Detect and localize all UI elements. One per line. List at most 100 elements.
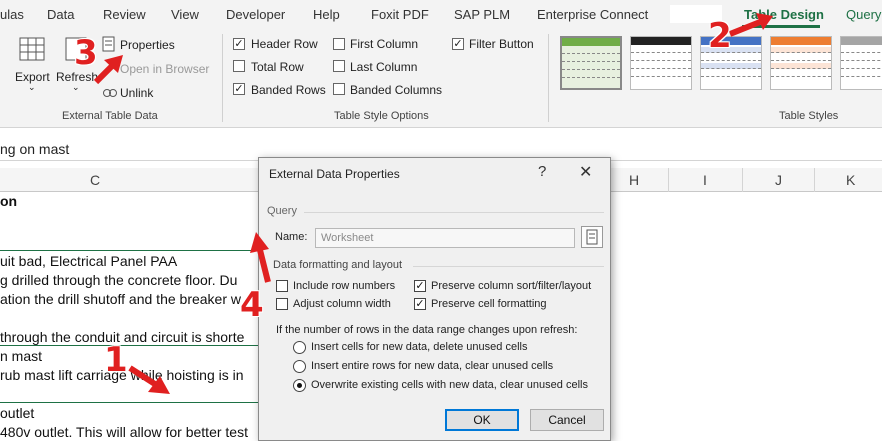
- unlink-icon: [103, 89, 117, 97]
- tab-table-design[interactable]: Table Design: [744, 7, 824, 22]
- header-row-label: Header Row: [251, 37, 318, 51]
- table-style-swatch[interactable]: [770, 36, 832, 90]
- column-divider: [814, 168, 815, 192]
- cell-text[interactable]: uit bad, Electrical Panel PAA: [0, 253, 177, 269]
- ribbon-tabs: ulas Data Review View Developer Help Fox…: [0, 0, 882, 30]
- column-divider: [742, 168, 743, 192]
- adjust-column-width-checkbox[interactable]: [276, 298, 288, 310]
- callout-number-3: 3: [74, 33, 98, 73]
- tab-sap-plm[interactable]: SAP PLM: [454, 7, 510, 22]
- unlink-button[interactable]: Unlink: [102, 84, 172, 102]
- table-style-swatch[interactable]: [630, 36, 692, 90]
- include-row-numbers-checkbox[interactable]: [276, 280, 288, 292]
- last-column-label: Last Column: [350, 60, 418, 74]
- cell-text[interactable]: outlet: [0, 405, 34, 421]
- group-divider: [548, 34, 549, 122]
- tab-developer[interactable]: Developer: [226, 7, 285, 22]
- tab-view[interactable]: View: [171, 7, 199, 22]
- callout-number-4: 4: [240, 285, 264, 325]
- open-in-browser-label: Open in Browser: [120, 62, 210, 76]
- format-section-label: Data formatting and layout: [273, 259, 403, 271]
- unlink-label: Unlink: [120, 86, 154, 100]
- column-header-c[interactable]: C: [90, 172, 100, 188]
- open-in-browser-button[interactable]: Open in Browser: [102, 60, 214, 78]
- chevron-down-icon[interactable]: ⌄: [28, 82, 36, 93]
- tab-data[interactable]: Data: [47, 7, 74, 22]
- last-column-checkbox[interactable]: [333, 60, 345, 72]
- refresh-prompt: If the number of rows in the data range …: [276, 324, 578, 336]
- external-data-properties-dialog: External Data Properties ? ✕ Query Name:…: [258, 157, 611, 441]
- preserve-cell-formatting-checkbox[interactable]: [414, 298, 426, 310]
- first-column-checkbox[interactable]: [333, 38, 345, 50]
- banded-columns-label: Banded Columns: [350, 83, 443, 97]
- table-border: [0, 345, 260, 346]
- tab-foxit-pdf[interactable]: Foxit PDF: [371, 7, 429, 22]
- table-style-swatch[interactable]: [840, 36, 882, 90]
- formula-bar-text: ng on mast: [0, 141, 70, 157]
- ok-button[interactable]: OK: [445, 409, 519, 431]
- table-style-options-group-label: Table Style Options: [334, 110, 429, 122]
- total-row-label: Total Row: [251, 60, 304, 74]
- group-divider: [222, 34, 223, 122]
- tab-help[interactable]: Help: [313, 7, 340, 22]
- radio-overwrite-cells[interactable]: [293, 379, 306, 392]
- name-label: Name:: [275, 231, 308, 243]
- preserve-sort-checkbox[interactable]: [414, 280, 426, 292]
- help-icon[interactable]: ?: [538, 163, 546, 180]
- properties-button[interactable]: Properties: [102, 36, 192, 54]
- column-divider: [668, 168, 669, 192]
- header-row-checkbox[interactable]: [233, 38, 245, 50]
- column-header-j[interactable]: J: [775, 172, 782, 188]
- chevron-down-icon[interactable]: ⌄: [72, 82, 80, 93]
- name-field[interactable]: [315, 228, 575, 248]
- external-table-data-group-label: External Table Data: [62, 110, 158, 122]
- cell-text[interactable]: ation the drill shutoff and the breaker …: [0, 291, 241, 307]
- tab-formulas[interactable]: ulas: [0, 7, 24, 22]
- preserve-cell-formatting-label: Preserve cell formatting: [431, 298, 547, 310]
- section-divider: [304, 212, 604, 213]
- properties-icon: [586, 229, 598, 245]
- filter-button-label: Filter Button: [469, 37, 534, 51]
- cell-text[interactable]: 480v outlet. This will allow for better …: [0, 424, 248, 440]
- table-border: [0, 402, 260, 403]
- ribbon: Export ⌄ Refresh ⌄ Properties Open in Br…: [0, 30, 882, 128]
- banded-rows-label: Banded Rows: [251, 83, 326, 97]
- banded-rows-checkbox[interactable]: [233, 83, 245, 95]
- tab-query[interactable]: Query: [846, 7, 881, 22]
- include-row-numbers-label: Include row numbers: [293, 280, 396, 292]
- cancel-button[interactable]: Cancel: [530, 409, 604, 431]
- table-border: [0, 250, 260, 251]
- active-tab-underline: [742, 25, 820, 28]
- radio-insert-cells-label: Insert cells for new data, delete unused…: [311, 341, 528, 353]
- radio-insert-rows-label: Insert entire rows for new data, clear u…: [311, 360, 554, 372]
- properties-icon: [102, 36, 115, 52]
- filter-button-checkbox[interactable]: [452, 38, 464, 50]
- cell-text[interactable]: n mast: [0, 348, 42, 364]
- dialog-title: External Data Properties: [269, 167, 400, 181]
- cell-text[interactable]: g drilled through the concrete floor. Du: [0, 272, 237, 288]
- preserve-sort-label: Preserve column sort/filter/layout: [431, 280, 592, 292]
- radio-overwrite-cells-label: Overwrite existing cells with new data, …: [311, 379, 588, 391]
- table-style-swatch[interactable]: [560, 36, 622, 90]
- name-options-button[interactable]: [581, 226, 603, 248]
- column-header-k[interactable]: K: [846, 172, 855, 188]
- first-column-label: First Column: [350, 37, 419, 51]
- export-icon: [19, 37, 45, 61]
- adjust-column-width-label: Adjust column width: [293, 298, 391, 310]
- tab-review[interactable]: Review: [103, 7, 146, 22]
- callout-number-1: 1: [104, 340, 128, 380]
- properties-label: Properties: [120, 38, 175, 52]
- callout-number-2: 2: [708, 16, 732, 56]
- section-divider: [413, 266, 604, 267]
- radio-insert-rows[interactable]: [293, 360, 306, 373]
- cell-text[interactable]: on: [0, 193, 17, 209]
- total-row-checkbox[interactable]: [233, 60, 245, 72]
- column-header-h[interactable]: H: [629, 172, 639, 188]
- table-styles-group-label: Table Styles: [779, 110, 839, 122]
- banded-columns-checkbox[interactable]: [333, 83, 345, 95]
- close-icon[interactable]: ✕: [579, 162, 592, 182]
- tab-enterprise-connect[interactable]: Enterprise Connect: [537, 7, 648, 22]
- column-header-i[interactable]: I: [703, 172, 707, 188]
- query-section-label: Query: [267, 205, 297, 217]
- radio-insert-cells[interactable]: [293, 341, 306, 354]
